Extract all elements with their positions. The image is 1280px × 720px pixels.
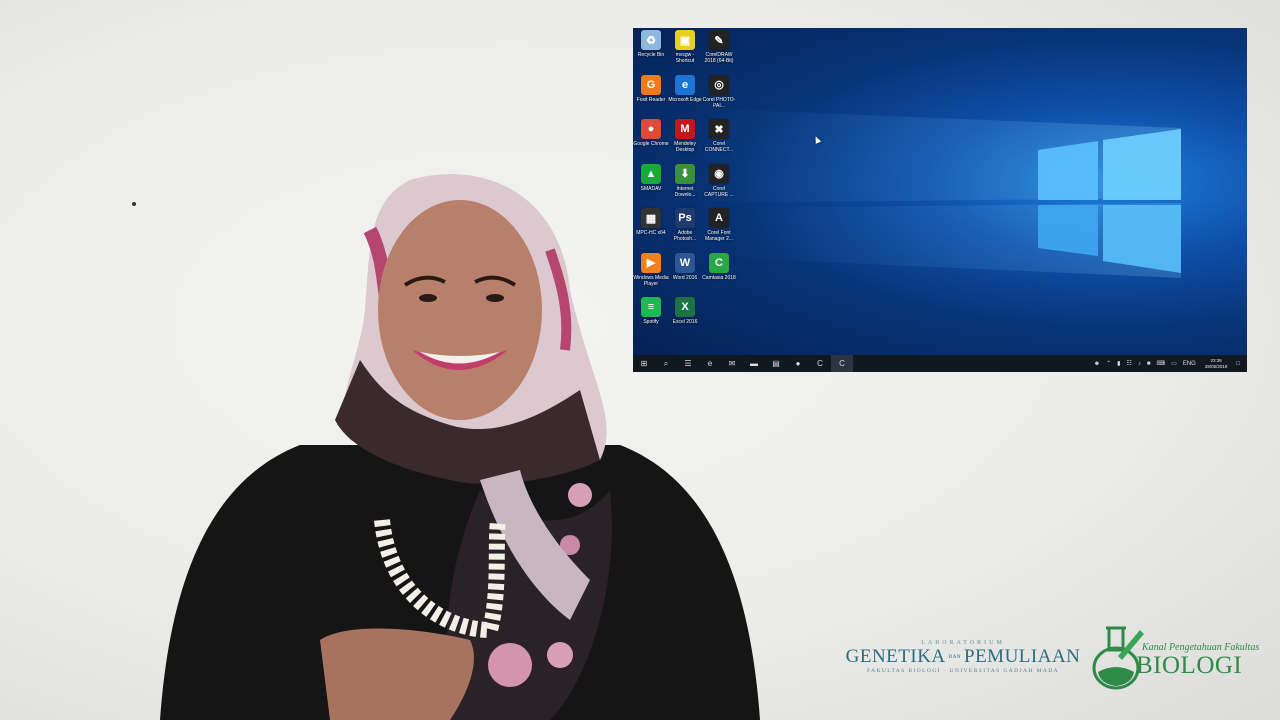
taskbar: ⊞ ⌕ ☰ e ✉ ▬ ▤ ● C C ☻ ⌃ ▮ ☷ ♪ ■ ⌨ ▭ ENG 23:36 28/…: [633, 355, 1247, 372]
system-tray: ☻ ⌃ ▮ ☷ ♪ ■ ⌨ ▭ ENG 23:36 28/05/2019 □: [1091, 355, 1247, 372]
start-icon[interactable]: ⊞: [633, 355, 655, 372]
desktop-icon-label: mvsgw - Shortcut: [675, 52, 695, 64]
desktop-icon[interactable]: ♻ Recycle Bin: [634, 30, 668, 75]
spotify-icon: ≡: [641, 297, 661, 317]
keyboard-icon[interactable]: ⌨: [1156, 360, 1165, 367]
internet-download-manager-icon: ⬇: [675, 163, 695, 184]
desktop-icon[interactable]: X Excel 2016: [668, 297, 702, 342]
desktop-icon-label: Mendeley Desktop: [674, 141, 696, 153]
lab-logo-genetika: GENETIKA: [845, 646, 946, 667]
camtasia-icon[interactable]: C: [809, 355, 831, 372]
corel-photopaint-icon: ◎: [709, 74, 729, 95]
photoshop-icon: Ps: [675, 208, 695, 228]
desktop-icon-label: Internet Downlo...: [674, 185, 696, 198]
smadav-icon: ▲: [641, 163, 661, 184]
desktop-icon[interactable]: G Foxit Reader: [634, 74, 668, 120]
desktop-icon-label: Windows Media Player: [633, 274, 669, 287]
excel-icon: X: [675, 297, 695, 317]
desktop-icon[interactable]: ◎ Corel PHOTO-PAI...: [702, 74, 736, 120]
desktop-icon[interactable]: ✎ CorelDRAW 2018 (64-Bit): [702, 30, 736, 75]
desktop-icon-label: Excel 2016: [672, 319, 698, 325]
desktop-icon[interactable]: ≡ Spotify: [634, 297, 668, 342]
desktop-icon-label: Camtasia 2018: [702, 274, 736, 281]
desktop-icon-label: Microsoft Edge: [668, 96, 702, 103]
people-icon[interactable]: ☻: [1094, 361, 1100, 367]
mendeley-icon: M: [675, 119, 695, 139]
taskbar-items: ⊞ ⌕ ☰ e ✉ ▬ ▤ ● C C: [633, 355, 853, 372]
corel-font-manager-icon: A: [709, 208, 729, 228]
clock-date: 28/05/2019: [1204, 363, 1228, 369]
chevron-up-icon[interactable]: ⌃: [1106, 360, 1111, 367]
camtasia-recorder-icon[interactable]: C: [831, 355, 853, 372]
edge-icon: e: [675, 74, 695, 95]
desktop-icon-label: Corel Font Manager 2...: [704, 230, 734, 242]
lab-logo-pemuliaan: PEMULIAAN: [964, 646, 1081, 667]
desktop-icon[interactable]: ▶ Windows Media Player: [633, 252, 669, 298]
desktop-icon[interactable]: M Mendeley Desktop: [668, 119, 702, 164]
network-icon[interactable]: ☷: [1126, 360, 1131, 367]
recycle-bin-icon: ♻: [641, 30, 661, 50]
task-view-icon[interactable]: ☰: [677, 355, 699, 372]
desktop-icon-label: Foxit Reader: [636, 96, 666, 103]
desktop-icon[interactable]: ⬇ Internet Downlo...: [668, 163, 702, 209]
desktop-icon-label: Spotify: [643, 319, 659, 325]
background-speck: [132, 202, 136, 206]
desktop-icon[interactable]: ▦ MPC-HC x64: [634, 208, 668, 253]
lab-logo-dan: DAN: [948, 654, 961, 660]
desktop-icon[interactable]: A Corel Font Manager 2...: [702, 208, 736, 253]
biologi-logo: Kanal Pengetahuan Fakultas BIOLOGI: [1092, 622, 1262, 692]
display-icon[interactable]: ▭: [1171, 360, 1177, 367]
desktop-screen: ♻ Recycle Bin ▣ mvsgw - Shortcut ✎ CorelDRAW …: [633, 28, 1247, 372]
desktop-icon[interactable]: ▲ SMADAV: [634, 163, 668, 209]
lab-logo-subtitle: FAKULTAS BIOLOGI · UNIVERSITAS GADJAH MA…: [867, 668, 1059, 674]
desktop-icon[interactable]: Ps Adobe Photosh...: [668, 208, 702, 253]
desktop-icon[interactable]: ✖ Corel CONNECT...: [702, 119, 736, 164]
coreldraw-icon: ✎: [709, 30, 729, 50]
desktop-icon-label: Corel PHOTO-PAI...: [702, 96, 736, 109]
taskbar-clock[interactable]: 23:36 28/05/2019: [1205, 358, 1228, 369]
windows-media-player-icon: ▶: [641, 252, 661, 273]
file-explorer-icon[interactable]: ▬: [743, 355, 765, 372]
battery-icon[interactable]: ▮: [1117, 360, 1120, 367]
desktop-icon-label: Word 2016: [672, 274, 698, 281]
desktop-icon-label: MPC-HC x64: [636, 230, 666, 236]
word-icon: W: [675, 252, 695, 273]
desktop-icon-label: CorelDRAW 2018 (64-Bit): [704, 52, 734, 64]
mail-icon[interactable]: ✉: [721, 355, 743, 372]
desktop-icon-label: Corel CAPTURE ...: [704, 185, 734, 198]
desktop-icon[interactable]: e Microsoft Edge: [668, 74, 702, 120]
volume-icon[interactable]: ♪: [1138, 361, 1141, 367]
desktop-icon-label: Adobe Photosh...: [673, 230, 697, 242]
camtasia-icon: C: [709, 252, 729, 273]
desktop-icon[interactable]: ● Google Chrome: [633, 119, 669, 164]
store-icon[interactable]: ▤: [765, 355, 787, 372]
corel-capture-icon: ◉: [709, 163, 729, 184]
desktop-icon[interactable]: ◉ Corel CAPTURE ...: [702, 163, 736, 209]
desktop-icon[interactable]: ▣ mvsgw - Shortcut: [668, 30, 702, 75]
lab-logo-main: GENETIKA DAN PEMULIAAN: [846, 646, 1080, 668]
desktop-icon-label: SMADAV: [640, 185, 662, 192]
corel-connect-icon: ✖: [709, 119, 729, 139]
mpc-hc-icon: ▦: [641, 208, 661, 228]
search-icon[interactable]: ⌕: [655, 355, 677, 372]
mvsgw-icon: ▣: [675, 30, 695, 50]
desktop-icon-label: Corel CONNECT...: [704, 141, 734, 153]
language-indicator[interactable]: ENG: [1183, 361, 1196, 367]
desktop-icon-grid: ♻ Recycle Bin ▣ mvsgw - Shortcut ✎ CorelDRAW …: [633, 28, 744, 350]
desktop-icon-label: Recycle Bin: [637, 52, 665, 58]
biologi-logo-word: BIOLOGI: [1136, 652, 1243, 679]
lab-logo: LABORATORIUM GENETIKA DAN PEMULIAAN FAKU…: [846, 640, 1080, 674]
camtasia-tray-icon[interactable]: ■: [1147, 361, 1151, 367]
desktop-icon[interactable]: W Word 2016: [668, 252, 702, 298]
chrome-icon: ●: [641, 119, 661, 139]
chrome-icon[interactable]: ●: [787, 355, 809, 372]
notification-icon[interactable]: □: [1236, 361, 1240, 367]
edge-icon[interactable]: e: [699, 355, 721, 372]
foxit-reader-icon: G: [641, 74, 661, 95]
desktop-icon-label: Google Chrome: [633, 141, 669, 147]
desktop-icon[interactable]: C Camtasia 2018: [702, 252, 736, 298]
